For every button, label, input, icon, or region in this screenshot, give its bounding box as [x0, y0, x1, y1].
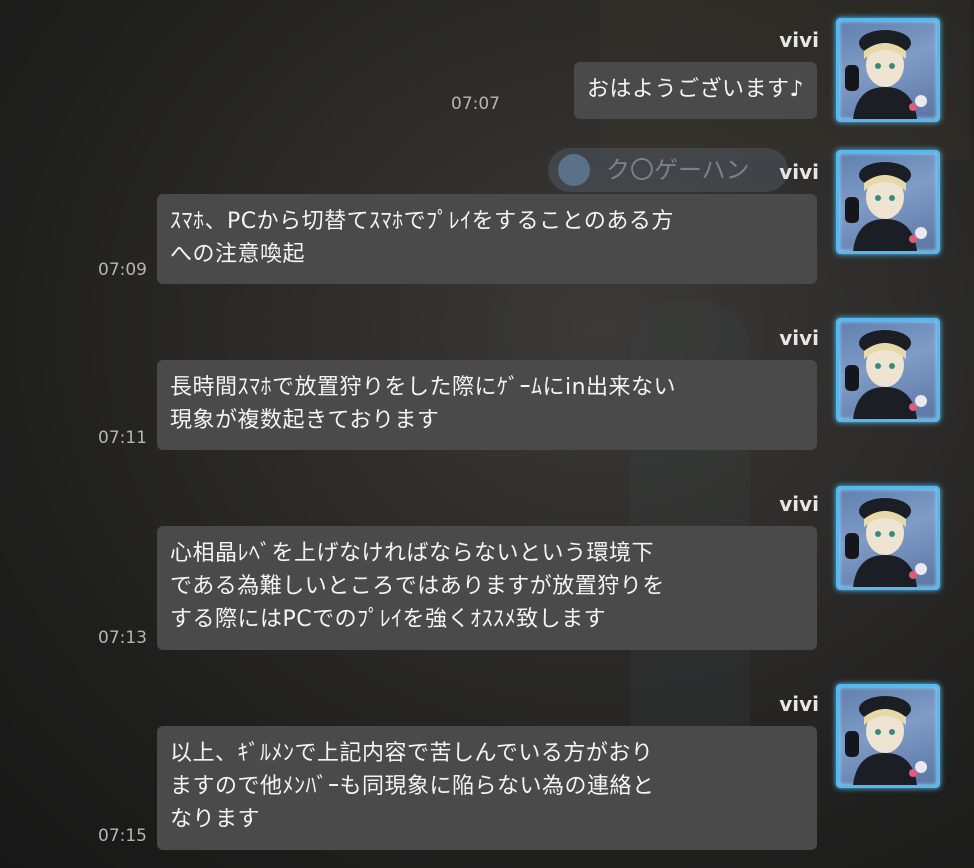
- sender-name: vivi: [779, 692, 819, 716]
- sender-name: vivi: [779, 28, 819, 52]
- avatar[interactable]: [836, 18, 940, 122]
- background-banner-text: ク〇ゲーハン: [606, 156, 750, 184]
- message-time: 07:07: [451, 94, 500, 114]
- avatar[interactable]: [836, 486, 940, 590]
- message-bubble[interactable]: ｽﾏﾎ、PCから切替てｽﾏﾎでﾌﾟﾚｲをすることのある方 への注意喚起: [157, 194, 817, 284]
- message-bubble[interactable]: 以上、ｷﾞﾙﾒﾝで上記内容で苦しんでいる方がおり ますので他ﾒﾝﾊﾞｰも同現象に…: [157, 726, 817, 850]
- avatar[interactable]: [836, 150, 940, 254]
- avatar[interactable]: [836, 684, 940, 788]
- message-time: 07:13: [98, 628, 147, 648]
- character-portrait-icon: [845, 330, 927, 419]
- message-bubble[interactable]: 心相晶ﾚﾍﾞを上げなければならないという環境下 である為難しいところではあります…: [157, 526, 817, 650]
- message-time: 07:09: [98, 260, 147, 280]
- character-portrait-icon: [845, 30, 927, 119]
- message-bubble[interactable]: 長時間ｽﾏﾎで放置狩りをした際にｹﾞｰﾑにin出来ない 現象が複数起きております: [157, 360, 817, 450]
- sender-name: vivi: [779, 492, 819, 516]
- character-portrait-icon: [845, 162, 927, 251]
- background-guild-banner: ク〇ゲーハン: [548, 148, 788, 192]
- sender-name: vivi: [779, 326, 819, 350]
- sender-name: vivi: [779, 160, 819, 184]
- message-time: 07:15: [98, 826, 147, 846]
- character-portrait-icon: [845, 696, 927, 785]
- guild-emblem-icon: [558, 154, 590, 186]
- message-bubble[interactable]: おはようございます♪: [573, 62, 817, 119]
- avatar[interactable]: [836, 318, 940, 422]
- character-portrait-icon: [845, 498, 927, 587]
- message-time: 07:11: [98, 428, 147, 448]
